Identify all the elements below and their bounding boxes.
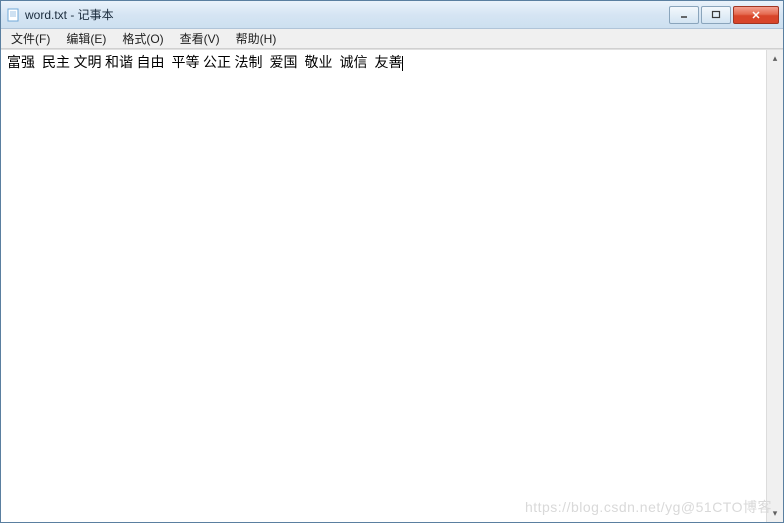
vertical-scrollbar[interactable]: ▴ ▾: [766, 50, 783, 522]
editor-text: 富强 民主 文明 和谐 自由 平等 公正 法制 爱国 敬业 诚信 友善: [7, 56, 403, 71]
content-area: 富强 民主 文明 和谐 自由 平等 公正 法制 爱国 敬业 诚信 友善 ▴ ▾: [1, 49, 783, 522]
notepad-icon: [5, 7, 21, 23]
scroll-down-icon[interactable]: ▾: [767, 505, 783, 522]
close-button[interactable]: [733, 6, 779, 24]
text-editor[interactable]: 富强 民主 文明 和谐 自由 平等 公正 法制 爱国 敬业 诚信 友善: [1, 50, 766, 522]
menu-edit[interactable]: 编辑(E): [58, 28, 114, 49]
menu-format[interactable]: 格式(O): [114, 28, 171, 49]
menu-file[interactable]: 文件(F): [3, 28, 58, 49]
scroll-track[interactable]: [767, 67, 783, 505]
titlebar[interactable]: word.txt - 记事本: [1, 1, 783, 29]
maximize-button[interactable]: [701, 6, 731, 24]
minimize-button[interactable]: [669, 6, 699, 24]
notepad-window: word.txt - 记事本 文件(F) 编辑(E) 格式(O) 查看(V) 帮…: [0, 0, 784, 523]
menu-view[interactable]: 查看(V): [172, 28, 228, 49]
window-controls: [669, 6, 779, 24]
scroll-up-icon[interactable]: ▴: [767, 50, 783, 67]
menubar: 文件(F) 编辑(E) 格式(O) 查看(V) 帮助(H): [1, 29, 783, 49]
text-caret: [402, 56, 403, 71]
window-title: word.txt - 记事本: [25, 6, 669, 23]
menu-help[interactable]: 帮助(H): [228, 28, 285, 49]
